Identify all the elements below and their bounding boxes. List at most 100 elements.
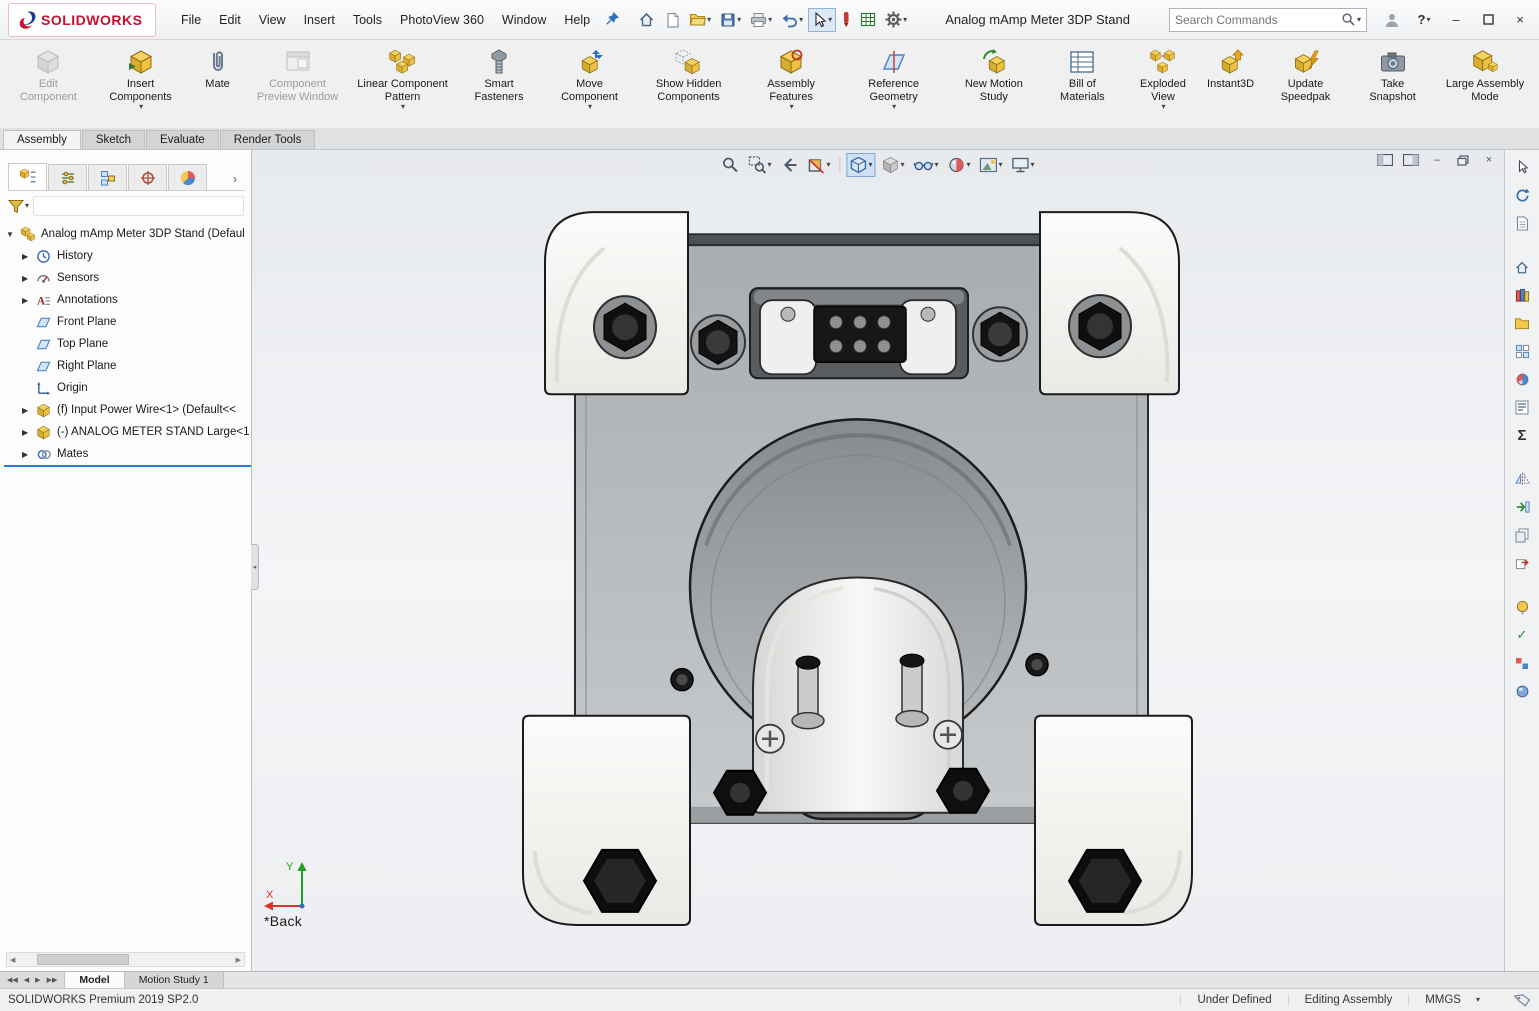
insert-components-caret-icon[interactable]: ▾: [139, 103, 143, 111]
zoom-to-area-button[interactable]: ▾: [745, 153, 774, 177]
doc-restore-button[interactable]: [1454, 152, 1472, 168]
custom-properties-form-icon[interactable]: [1509, 396, 1535, 418]
tab-render-tools[interactable]: Render Tools: [220, 130, 316, 149]
touch-stylus-button[interactable]: [837, 7, 855, 32]
scroll-left-icon[interactable]: ◀: [10, 956, 15, 964]
tree-item-top-plane[interactable]: Top Plane: [4, 333, 251, 355]
tab-model[interactable]: Model: [65, 972, 124, 988]
edit-component-button[interactable]: Edit Component: [6, 42, 91, 128]
reference-geometry-caret-icon[interactable]: ▾: [892, 103, 896, 111]
bill-of-materials-button[interactable]: Bill of Materials: [1042, 42, 1123, 128]
tree-item-analog-meter-stand[interactable]: ▶ (-) ANALOG METER STAND Large<1: [4, 421, 251, 443]
compare-results-icon[interactable]: [1509, 652, 1535, 674]
edit-appearance-button[interactable]: ▾: [945, 153, 974, 177]
expand-arrow-icon[interactable]: ▼: [6, 230, 16, 239]
menu-insert[interactable]: Insert: [295, 8, 344, 32]
view-settings-button[interactable]: ▾: [1009, 154, 1038, 176]
linear-component-pattern-button[interactable]: Linear Component Pattern ▾: [351, 42, 455, 128]
tree-item-annotations[interactable]: ▶ A Annotations: [4, 289, 251, 311]
graphics-area[interactable]: ▾ ▾ ▾ ▾: [252, 150, 1504, 971]
paint-appearance-icon[interactable]: [1509, 596, 1535, 618]
move-component-caret-icon[interactable]: ▾: [588, 103, 592, 111]
expand-arrow-icon[interactable]: ▶: [22, 296, 32, 305]
tab-scroll-next[interactable]: ▶: [34, 976, 41, 984]
file-explorer-folder-icon[interactable]: [1509, 312, 1535, 334]
rendering-sphere-icon[interactable]: [1509, 680, 1535, 702]
tree-item-mates[interactable]: ▶ Mates: [4, 443, 251, 467]
document-icon[interactable]: [1509, 212, 1535, 234]
copy-settings-icon[interactable]: [1509, 524, 1535, 546]
tab-displaymanager[interactable]: [168, 164, 207, 190]
reference-geometry-button[interactable]: Reference Geometry ▾: [842, 42, 946, 128]
menu-photoview-360[interactable]: PhotoView 360: [391, 8, 493, 32]
instant3d-button[interactable]: Instant3D: [1203, 42, 1258, 128]
help-button[interactable]: ? ▾: [1409, 7, 1439, 33]
tree-root-assembly[interactable]: ▼ Analog mAmp Meter 3DP Stand (Defaul: [4, 223, 251, 245]
component-preview-window-button[interactable]: Component Preview Window: [246, 42, 350, 128]
assembly-features-button[interactable]: Assembly Features ▾: [742, 42, 841, 128]
assembly-features-caret-icon[interactable]: ▾: [790, 103, 794, 111]
save-dropdown-caret-icon[interactable]: ▾: [737, 16, 741, 24]
smart-fasteners-button[interactable]: Smart Fasteners: [456, 42, 543, 128]
refresh-icon[interactable]: [1509, 184, 1535, 206]
expand-arrow-icon[interactable]: ▶: [22, 450, 32, 459]
large-assembly-mode-button[interactable]: Large Assembly Mode: [1433, 42, 1537, 128]
verification-check-icon[interactable]: ✓: [1509, 624, 1535, 646]
scrollbar-thumb[interactable]: [37, 954, 129, 965]
tags-icon[interactable]: [1514, 993, 1531, 1008]
section-caret-icon[interactable]: ▾: [826, 161, 830, 169]
search-dropdown-caret-icon[interactable]: ▾: [1357, 16, 1361, 24]
scroll-right-icon[interactable]: ▶: [236, 956, 241, 964]
options-gear-button[interactable]: ▾: [881, 7, 911, 32]
resources-home-icon[interactable]: [1509, 256, 1535, 278]
menu-help[interactable]: Help: [555, 8, 599, 32]
menu-edit[interactable]: Edit: [210, 8, 250, 32]
equations-sigma-icon[interactable]: Σ: [1509, 424, 1535, 446]
tree-item-origin[interactable]: Origin: [4, 377, 251, 399]
maximize-button[interactable]: [1473, 7, 1503, 33]
filter-caret-icon[interactable]: ▾: [25, 202, 29, 210]
appearance-caret-icon[interactable]: ▾: [967, 161, 971, 169]
tab-featuremanager-tree[interactable]: [8, 163, 47, 190]
exploded-view-caret-icon[interactable]: ▾: [1161, 103, 1165, 111]
zoom-caret-icon[interactable]: ▾: [767, 161, 771, 169]
help-dropdown-caret-icon[interactable]: ▾: [1426, 16, 1430, 24]
save-button[interactable]: ▾: [716, 8, 745, 32]
print-dropdown-caret-icon[interactable]: ▾: [768, 16, 772, 24]
tree-item-right-plane[interactable]: Right Plane: [4, 355, 251, 377]
user-account-icon[interactable]: [1377, 7, 1407, 33]
select-dropdown-caret-icon[interactable]: ▾: [828, 16, 832, 24]
tab-scroll-prev[interactable]: ◀: [23, 976, 30, 984]
menu-window[interactable]: Window: [493, 8, 555, 32]
assembly-3d-model[interactable]: [252, 150, 1504, 971]
menu-view[interactable]: View: [250, 8, 295, 32]
undo-dropdown-caret-icon[interactable]: ▾: [799, 16, 803, 24]
select-tool-button[interactable]: ▾: [808, 8, 836, 32]
doc-close-button[interactable]: ×: [1480, 152, 1498, 168]
expand-arrow-icon[interactable]: ▶: [22, 274, 32, 283]
open-button[interactable]: ▾: [685, 8, 715, 31]
design-library-icon[interactable]: [1509, 284, 1535, 306]
update-speedpak-button[interactable]: Update Speedpak: [1259, 42, 1352, 128]
units-selector[interactable]: MMGS ▾: [1408, 994, 1496, 1006]
new-motion-study-button[interactable]: New Motion Study: [947, 42, 1041, 128]
take-snapshot-button[interactable]: Take Snapshot: [1353, 42, 1432, 128]
tree-item-front-plane[interactable]: Front Plane: [4, 311, 251, 333]
pane-split-right-button[interactable]: [1402, 152, 1420, 168]
tab-configurationmanager[interactable]: [88, 164, 127, 190]
mate-button[interactable]: Mate: [191, 42, 245, 128]
tab-scroll-last[interactable]: ▶▶: [46, 976, 59, 984]
filter-funnel-icon[interactable]: [8, 199, 24, 214]
tab-scroll-first[interactable]: ◀◀: [6, 976, 19, 984]
tree-filter-input[interactable]: [33, 196, 244, 216]
panel-expand-chevron[interactable]: ›: [225, 172, 245, 190]
undo-button[interactable]: ▾: [777, 8, 807, 32]
hide-show-items-button[interactable]: ▾: [911, 153, 942, 177]
tree-item-input-power-wire[interactable]: ▶ (f) Input Power Wire<1> (Default<<: [4, 399, 251, 421]
tab-propertymanager[interactable]: [48, 164, 87, 190]
menu-file[interactable]: File: [172, 8, 210, 32]
doc-minimize-button[interactable]: –: [1428, 152, 1446, 168]
tree-horizontal-scrollbar[interactable]: ◀ ▶: [6, 952, 245, 967]
apply-scene-button[interactable]: ▾: [977, 154, 1006, 176]
units-caret-icon[interactable]: ▾: [1476, 996, 1480, 1004]
